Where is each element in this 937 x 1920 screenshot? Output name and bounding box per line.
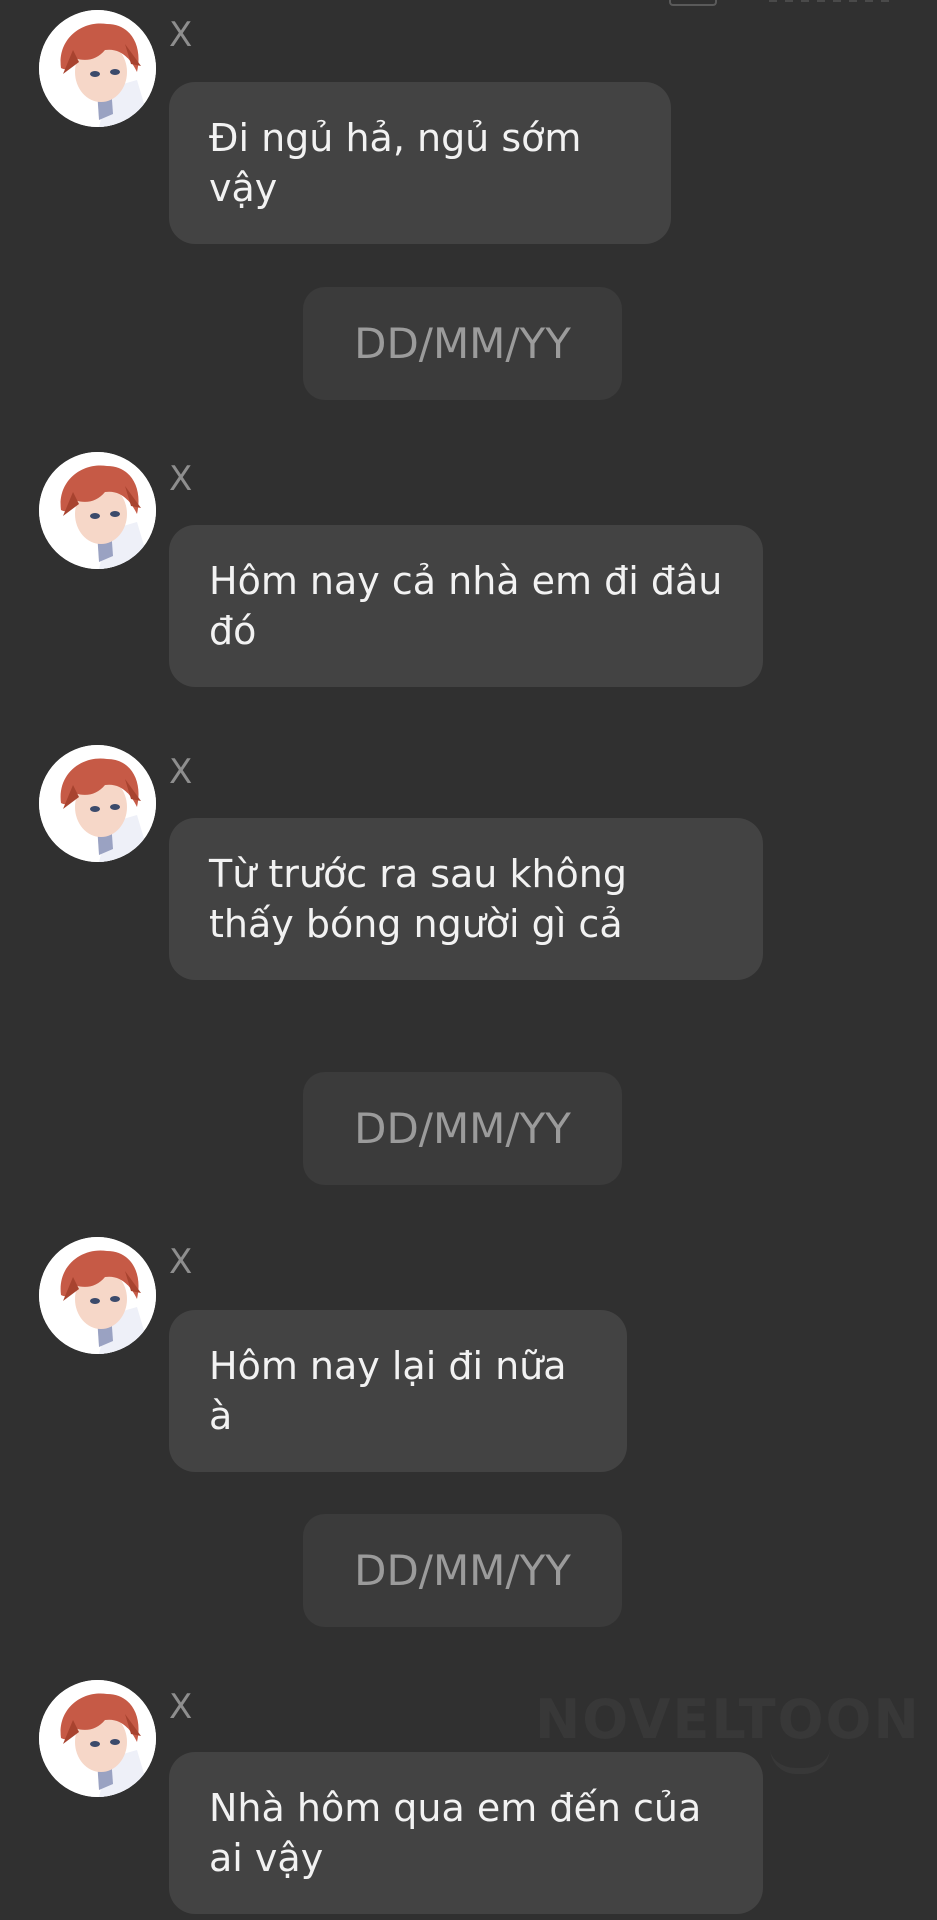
watermark-smile-icon: [770, 1748, 830, 1774]
message-bubble[interactable]: Đi ngủ hả, ngủ sớm vậy: [169, 82, 671, 244]
avatar[interactable]: [39, 452, 156, 569]
message-bubble[interactable]: Hôm nay lại đi nữa à: [169, 1310, 627, 1472]
avatar-icon: [39, 1680, 156, 1797]
status-bar-icons: [769, 0, 889, 2]
status-bar-speed-box: [669, 0, 717, 6]
sender-name: X: [169, 15, 193, 55]
avatar-icon: [39, 745, 156, 862]
sender-name: X: [169, 1242, 193, 1282]
date-separator: DD/MM/YY: [303, 1514, 622, 1627]
status-bar-fragment: [609, 0, 909, 8]
message-bubble[interactable]: Từ trước ra sau không thấy bóng người gì…: [169, 818, 763, 980]
sender-name: X: [169, 1687, 193, 1727]
date-separator: DD/MM/YY: [303, 287, 622, 400]
sender-name: X: [169, 459, 193, 499]
message-bubble[interactable]: Nhà hôm qua em đến của ai vậy: [169, 1752, 763, 1914]
avatar[interactable]: [39, 1680, 156, 1797]
watermark-logo: NOVELTOON: [535, 1688, 921, 1751]
avatar[interactable]: [39, 745, 156, 862]
avatar[interactable]: [39, 10, 156, 127]
date-separator: DD/MM/YY: [303, 1072, 622, 1185]
avatar[interactable]: [39, 1237, 156, 1354]
sender-name: X: [169, 752, 193, 792]
avatar-icon: [39, 10, 156, 127]
message-bubble[interactable]: Hôm nay cả nhà em đi đâu đó: [169, 525, 763, 687]
avatar-icon: [39, 452, 156, 569]
avatar-icon: [39, 1237, 156, 1354]
